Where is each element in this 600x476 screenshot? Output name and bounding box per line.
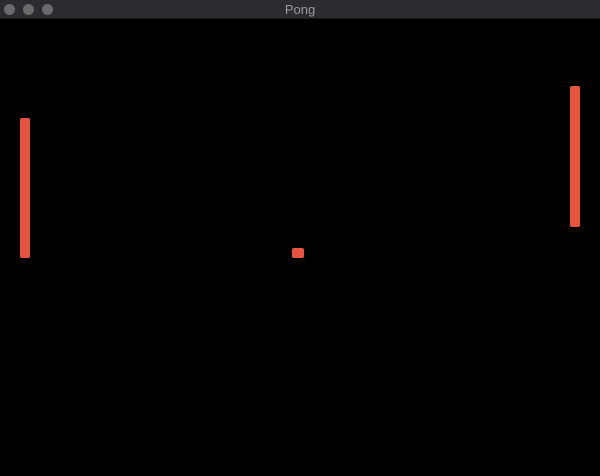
window-title: Pong bbox=[284, 2, 316, 17]
right-paddle bbox=[570, 86, 580, 227]
game-canvas[interactable] bbox=[0, 19, 600, 476]
game-window: Pong bbox=[0, 0, 600, 476]
left-paddle bbox=[20, 118, 30, 258]
title-bar: Pong bbox=[0, 0, 600, 19]
ball bbox=[292, 248, 304, 258]
